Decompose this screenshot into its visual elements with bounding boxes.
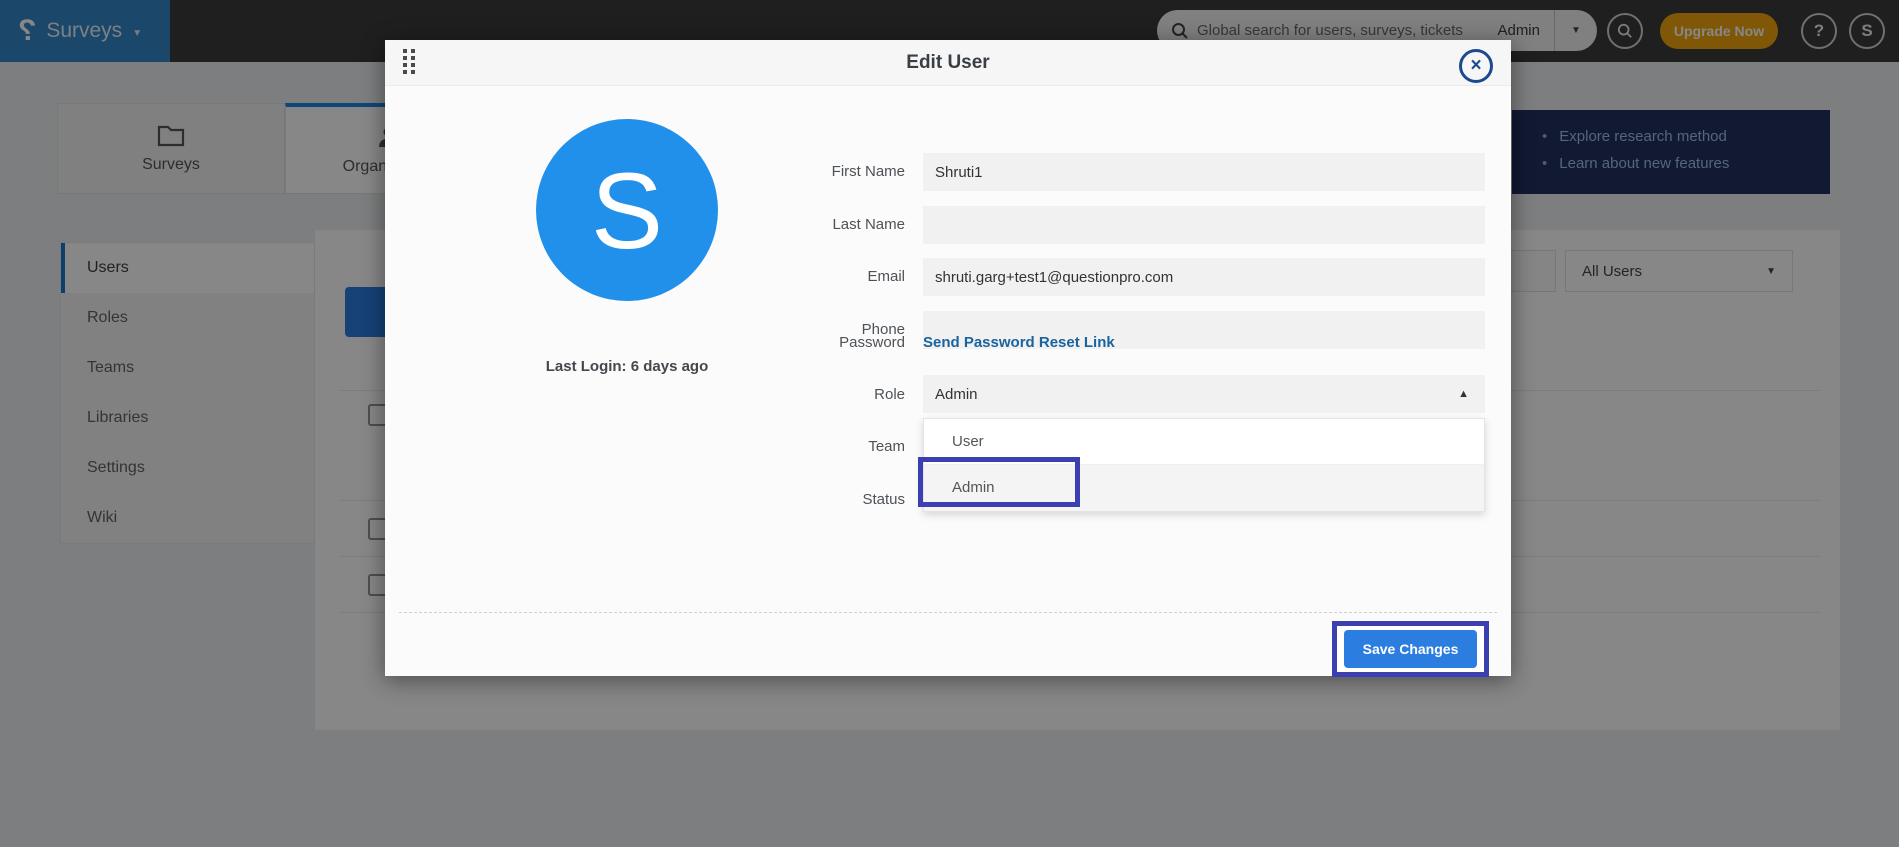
footer-divider (399, 612, 1497, 613)
role-option-admin[interactable]: Admin (924, 465, 1484, 511)
email-label: Email (735, 268, 905, 285)
email-input[interactable] (923, 258, 1485, 296)
save-changes-button[interactable]: Save Changes (1344, 630, 1477, 668)
password-label: Password (735, 334, 905, 351)
first-name-label: First Name (735, 163, 905, 180)
close-button[interactable]: × (1459, 49, 1493, 83)
role-selected-value: Admin (935, 386, 978, 403)
avatar-initial: S (591, 148, 663, 273)
user-avatar: S (536, 119, 718, 301)
role-select[interactable]: Admin ▲ (923, 375, 1485, 413)
last-name-label: Last Name (735, 216, 905, 233)
last-login-text: Last Login: 6 days ago (477, 358, 777, 375)
send-password-reset-link[interactable]: Send Password Reset Link (923, 334, 1115, 351)
team-label: Team (735, 438, 905, 455)
status-label: Status (735, 491, 905, 508)
last-name-input[interactable] (923, 206, 1485, 244)
role-dropdown-menu: User Admin (923, 418, 1485, 512)
close-icon: × (1470, 55, 1481, 76)
role-option-user[interactable]: User (924, 419, 1484, 465)
modal-title: Edit User (385, 40, 1511, 86)
chevron-up-icon: ▲ (1458, 388, 1469, 400)
edit-user-modal: Edit User × S Last Login: 6 days ago Fir… (385, 40, 1511, 676)
drag-handle-icon[interactable] (403, 49, 418, 78)
role-label: Role (735, 386, 905, 403)
first-name-input[interactable] (923, 153, 1485, 191)
annotation-highlight-save: Save Changes (1332, 621, 1489, 677)
